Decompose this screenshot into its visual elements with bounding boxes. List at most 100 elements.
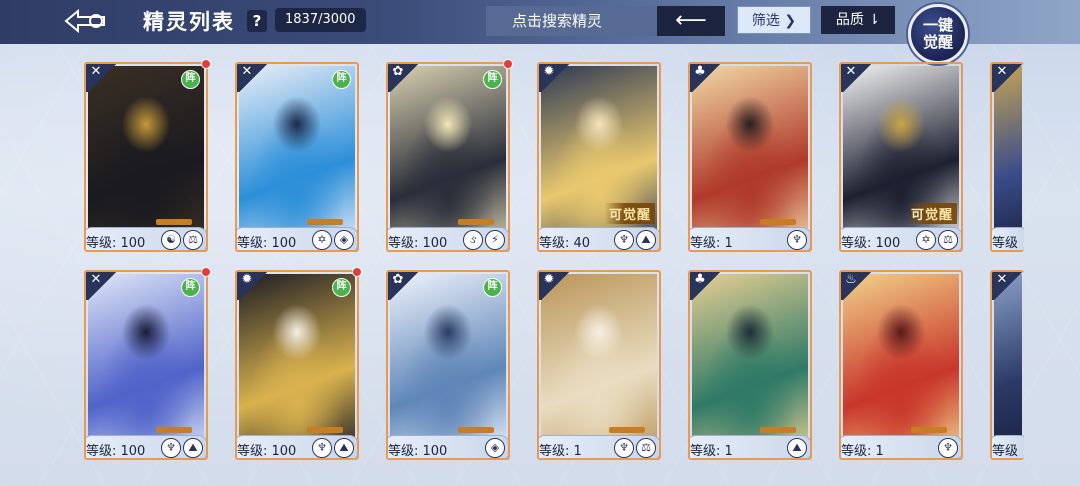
element-icon: ✕ [241, 64, 253, 79]
spirit-card[interactable]: ✕ 阵 等级: 100 ☯ ⚖ [84, 59, 211, 252]
element-tab: ♣ [690, 64, 720, 92]
card-frame: ♣ 等级: 1 ♆ [688, 62, 812, 252]
spirit-card[interactable]: ✹ 可觉醒 等级: 40 ♆ ⛰ [537, 62, 661, 252]
trait-icon: ⛰ [636, 230, 656, 250]
trait-icon: ♆ [938, 438, 958, 458]
spirit-card[interactable]: ✿ 阵 等级: 100 ઙ ⚡ [386, 59, 513, 252]
trait-icon: ♆ [614, 438, 634, 458]
card-frame: ✕ 阵 等级: 100 ✡ ◈ [235, 62, 359, 252]
help-button[interactable]: ? [247, 10, 267, 32]
notification-dot [352, 267, 362, 277]
rarity-mark [458, 427, 494, 433]
search-input[interactable]: 点击搜索精灵 [486, 6, 658, 36]
trait-icon: ⛰ [183, 438, 203, 458]
back-arrow-icon [64, 8, 105, 34]
formation-badge: 阵 [181, 278, 200, 297]
trait-badges: ♆ ⛰ [312, 438, 354, 458]
element-icon: ✹ [543, 64, 555, 79]
spirit-card[interactable]: ✕ 阵 等级: 100 ♆ ⛰ [84, 267, 211, 460]
element-tab: ✿ [388, 64, 418, 92]
level-bar: 等级: 100 ✡ ⚖ [841, 227, 961, 250]
spirit-card[interactable]: ♣ 等级: 1 ♆ [688, 62, 812, 252]
rarity-mark [609, 427, 645, 433]
filter-button[interactable]: 筛选 ❯ [737, 6, 811, 34]
element-tab: ✹ [539, 64, 569, 92]
level-bar: 等级 [992, 435, 1024, 459]
card-frame: ✕ 阵 等级: 100 ♆ ⛰ [84, 270, 208, 460]
card-frame: ✿ 阵 等级: 100 ઙ ⚡ [386, 62, 510, 252]
element-tab: ✿ [388, 272, 418, 300]
rarity-mark [760, 219, 796, 225]
spirit-card-partial[interactable]: ✕ 等级 [990, 270, 1024, 460]
trait-icon: ⚖ [636, 438, 656, 458]
card-frame: ✕ 等级 [990, 62, 1024, 252]
card-frame: ✹ 等级: 1 ♆ ⚖ [537, 270, 661, 460]
trait-icon: ✡ [312, 230, 332, 250]
back-button[interactable] [64, 6, 112, 36]
spirit-card[interactable]: ♨ 等级: 1 ♆ [839, 270, 963, 460]
trait-icon: ⚖ [938, 230, 958, 250]
spirit-card[interactable]: ✹ 阵 等级: 100 ♆ ⛰ [235, 267, 362, 460]
one-click-awaken-button[interactable]: 一键 觉醒 [908, 4, 968, 64]
level-text: 等级 [992, 236, 1019, 251]
card-frame: ♣ 等级: 1 ⛰ [688, 270, 812, 460]
level-bar: 等级: 100 ♆ ⛰ [86, 435, 206, 458]
element-tab: ✹ [237, 272, 267, 300]
level-bar: 等级: 100 ◈ [388, 435, 508, 458]
level-text: 等级: 100 [388, 236, 448, 251]
trait-icon: ◈ [334, 230, 354, 250]
element-icon: ✿ [392, 64, 404, 79]
element-tab: ✹ [539, 272, 569, 300]
level-text: 等级: 100 [86, 236, 146, 251]
trait-badges: ✡ ◈ [312, 230, 354, 250]
card-frame: ✕ 等级 [990, 270, 1024, 460]
trait-icon: ☯ [161, 230, 181, 250]
trait-badges: ⛰ [787, 438, 807, 458]
awaken-line1: 一键 [922, 16, 953, 34]
element-icon: ✕ [90, 64, 102, 79]
awakenable-tag: 可觉醒 [906, 203, 957, 224]
element-icon: ♣ [694, 64, 706, 79]
search-submit-button[interactable]: ⟵ [657, 6, 725, 36]
element-tab: ✕ [237, 64, 267, 92]
notification-dot [503, 59, 513, 69]
trait-badges: ◈ [485, 438, 505, 458]
level-bar: 等级: 40 ♆ ⛰ [539, 227, 659, 250]
spirit-card[interactable]: ✕ 可觉醒 等级: 100 ✡ ⚖ [839, 62, 963, 252]
spirit-card[interactable]: ✹ 等级: 1 ♆ ⚖ [537, 270, 661, 460]
level-text: 等级: 100 [237, 444, 297, 459]
element-icon: ✹ [241, 272, 253, 287]
level-text: 等级 [992, 444, 1019, 459]
level-bar: 等级: 100 ✡ ◈ [237, 227, 357, 250]
level-text: 等级: 1 [690, 444, 733, 459]
trait-badges: ઙ ⚡ [463, 230, 505, 250]
trait-icon: ✡ [916, 230, 936, 250]
element-tab: ♨ [841, 272, 871, 300]
formation-badge: 阵 [483, 278, 502, 297]
element-icon: ✹ [543, 272, 555, 287]
formation-badge: 阵 [332, 70, 351, 89]
rarity-mark [760, 427, 796, 433]
spirit-card[interactable]: ✿ 阵 等级: 100 ◈ [386, 270, 510, 460]
spirit-card[interactable]: ♣ 等级: 1 ⛰ [688, 270, 812, 460]
page-title: 精灵列表 [143, 10, 235, 34]
level-bar: 等级: 1 ♆ [690, 227, 810, 250]
spirit-card-partial[interactable]: ✕ 等级 [990, 62, 1024, 252]
element-tab: ✕ [86, 64, 116, 92]
rarity-mark [911, 427, 947, 433]
trait-icon: ♆ [161, 438, 181, 458]
trait-icon: ⛰ [787, 438, 807, 458]
trait-badges: ♆ ⛰ [614, 230, 656, 250]
card-frame: ✕ 阵 等级: 100 ☯ ⚖ [84, 62, 208, 252]
level-bar: 等级 [992, 227, 1024, 251]
formation-badge: 阵 [181, 70, 200, 89]
trait-icon: ⚖ [183, 230, 203, 250]
rarity-mark [307, 427, 343, 433]
quality-sort-button[interactable]: 品质 ⇂ [821, 6, 895, 34]
level-text: 等级: 1 [841, 444, 884, 459]
notification-dot [201, 267, 211, 277]
trait-badges: ☯ ⚖ [161, 230, 203, 250]
element-icon: ✕ [996, 64, 1008, 79]
spirit-card[interactable]: ✕ 阵 等级: 100 ✡ ◈ [235, 62, 359, 252]
trait-icon: ઙ [463, 230, 483, 250]
